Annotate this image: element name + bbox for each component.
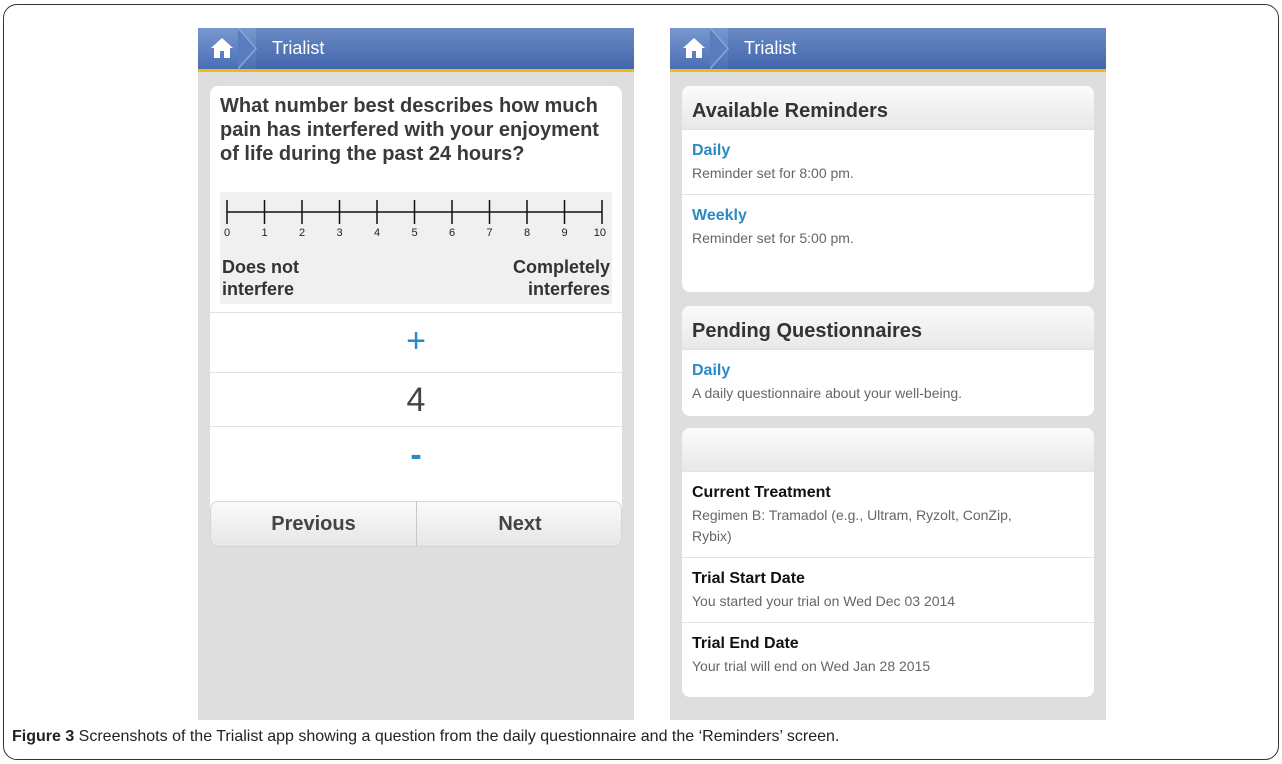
next-button[interactable]: Next [417,502,621,546]
app-header: Trialist [198,28,634,72]
stepper-value: 4 [210,372,622,426]
scale-ruler: 0 1 2 3 4 5 6 7 8 9 10 [224,200,606,239]
reminder-title: Weekly [692,207,747,224]
scale-tick-label: 7 [486,227,492,239]
app-header: Trialist [670,28,1106,72]
scale-tick-label: 6 [449,227,455,239]
trial-info-card: Current Treatment Regimen B: Tramadol (e… [682,428,1094,697]
breadcrumb-chevron-icon [710,28,729,69]
home-icon [683,38,705,58]
info-subtitle: Your trial will end on Wed Jan 28 2015 [692,658,931,674]
scale-anchor-high: Completely interferes [512,257,610,299]
navigation-buttons: Previous Next [210,501,622,547]
questionnaire-title: Daily [692,362,731,379]
figure-caption: Figure 3 Screenshots of the Trialist app… [12,728,839,746]
reminder-item-daily[interactable]: Daily Reminder set for 8:00 pm. [682,130,1094,195]
reminders-screen: Trialist Available Reminders Daily Remin… [670,28,1106,720]
caption-text: Screenshots of the Trialist app showing … [74,728,840,745]
available-reminders-card: Available Reminders Daily Reminder set f… [682,86,1094,292]
rating-scale: 0 1 2 3 4 5 6 7 8 9 10 Does not interfere Completel… [220,192,612,304]
trial-info-end-date: Trial End Date Your trial will end on We… [682,623,1094,687]
question-card: What number best describes how much pain… [210,86,622,518]
trial-info-start-date: Trial Start Date You started your trial … [682,558,1094,623]
info-title: Trial End Date [692,635,799,652]
question-screen: Trialist What number best describes how … [198,28,634,720]
trial-info-current-treatment: Current Treatment Regimen B: Tramadol (e… [682,472,1094,558]
decrement-button[interactable]: - [210,426,622,486]
reminder-subtitle: Reminder set for 8:00 pm. [692,165,854,181]
scale-tick-label: 3 [336,227,342,239]
questionnaire-item-daily[interactable]: Daily A daily questionnaire about your w… [682,350,1094,414]
reminder-subtitle: Reminder set for 5:00 pm. [692,230,854,246]
info-subtitle: You started your trial on Wed Dec 03 201… [692,593,956,609]
section-header: Pending Questionnaires [682,306,1094,350]
scale-tick-label: 8 [524,227,530,239]
scale-tick-label: 0 [224,227,230,239]
info-title: Current Treatment [692,484,831,501]
reminder-title: Daily [692,142,731,159]
increment-button[interactable]: + [210,312,622,372]
question-text: What number best describes how much pain… [220,95,599,165]
previous-button[interactable]: Previous [211,502,417,546]
scale-tick-label: 1 [261,227,267,239]
reminder-item-weekly[interactable]: Weekly Reminder set for 5:00 pm. [682,195,1094,259]
section-header: Available Reminders [682,86,1094,130]
info-title: Trial Start Date [692,570,805,587]
scale-tick-label: 9 [561,227,567,239]
scale-anchor-low: Does not interfere [222,257,300,299]
app-title: Trialist [744,38,797,58]
caption-label: Figure 3 [12,728,75,745]
scale-tick-label: 10 [594,227,606,239]
breadcrumb-chevron-icon [238,28,257,69]
pending-questionnaires-card: Pending Questionnaires Daily A daily que… [682,306,1094,416]
section-header [682,428,1094,472]
questionnaire-subtitle: A daily questionnaire about your well-be… [692,385,963,401]
scale-tick-label: 4 [374,227,380,239]
app-title: Trialist [272,38,325,58]
scale-tick-label: 5 [411,227,417,239]
scale-tick-label: 2 [299,227,305,239]
home-icon [211,38,233,58]
info-subtitle: Regimen B: Tramadol (e.g., Ultram, Ryzol… [692,507,1012,544]
